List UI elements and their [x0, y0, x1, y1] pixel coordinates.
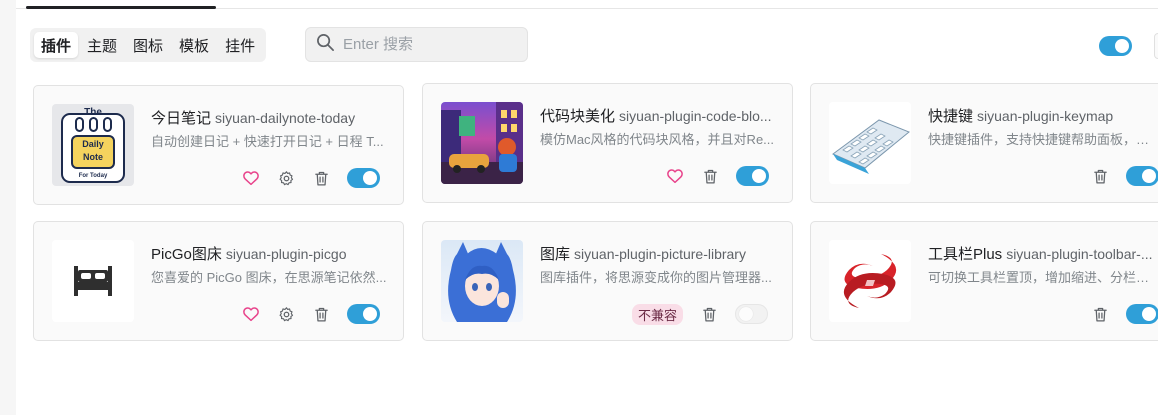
plugin-actions	[1091, 302, 1158, 326]
plugin-card: 图库 siyuan-plugin-picture-library 图库插件，将思源…	[422, 221, 793, 341]
trash-icon[interactable]	[700, 305, 718, 323]
heart-icon[interactable]	[242, 305, 260, 323]
plugin-card: 工具栏Plus siyuan-plugin-toolbar-... 可切换工具栏置…	[810, 221, 1158, 341]
thumbnail-text-daily: Daily	[82, 139, 104, 149]
trash-icon[interactable]	[312, 169, 330, 187]
plugin-thumbnail	[829, 102, 911, 184]
plugin-description: 自动创建日记 + 快速打开日记 + 日程 T...	[151, 134, 384, 149]
plugin-card: The Daily Note For Today 今日笔记 siyuan-dail…	[33, 85, 404, 205]
plugin-enable-toggle[interactable]	[735, 304, 769, 324]
show-enabled-toggle[interactable]	[1099, 36, 1132, 56]
plugin-thumbnail: The Daily Note For Today	[52, 104, 134, 186]
trash-icon[interactable]	[701, 167, 719, 185]
plugin-card: 快捷键 siyuan-plugin-keymap 快捷键插件，支持快捷键帮助面板，…	[810, 83, 1158, 203]
plugin-description: 快捷键插件，支持快捷键帮助面板，支...	[928, 132, 1158, 147]
plugin-actions	[242, 302, 380, 326]
tab-themes[interactable]: 主题	[80, 32, 124, 58]
thumbnail-text-the: The	[84, 107, 102, 118]
plugin-name: 今日笔记	[151, 110, 212, 127]
plugin-card: PicGo图床 siyuan-plugin-picgo 您喜爱的 PicGo 图床…	[33, 221, 404, 341]
tab-widgets[interactable]: 挂件	[218, 32, 262, 58]
thumbnail-text-note: Note	[83, 152, 103, 162]
plugin-description: 可切换工具栏置顶，增加缩进、分栏等...	[928, 270, 1158, 285]
left-panel-edge	[0, 0, 16, 415]
thumbnail-text-for-today: For Today	[78, 173, 108, 179]
search-input[interactable]	[343, 36, 513, 53]
gear-icon[interactable]	[277, 169, 295, 187]
plugin-enable-toggle[interactable]	[347, 304, 380, 324]
plugin-card: 代码块美化 siyuan-plugin-code-blo... 模仿Mac风格的代…	[422, 83, 793, 203]
plugin-package: siyuan-plugin-picture-library	[574, 246, 746, 262]
plugin-actions	[666, 164, 769, 188]
plugin-thumbnail	[829, 240, 911, 322]
trash-icon[interactable]	[1091, 167, 1109, 185]
plugin-name: 图库	[540, 246, 571, 263]
plugin-package: siyuan-plugin-toolbar-...	[1006, 246, 1153, 262]
gear-icon[interactable]	[277, 305, 295, 323]
plugin-actions	[1091, 164, 1158, 188]
plugin-enable-toggle[interactable]	[1126, 166, 1158, 186]
plugin-title: 工具栏Plus siyuan-plugin-toolbar-...	[928, 243, 1158, 264]
plugin-title: PicGo图床 siyuan-plugin-picgo	[151, 243, 395, 264]
tab-icons[interactable]: 图标	[126, 32, 170, 58]
plugin-description: 图库插件，将思源变成你的图片管理器...	[540, 270, 772, 285]
tab-plugins[interactable]: 插件	[34, 32, 79, 58]
search-box	[305, 27, 528, 62]
plugin-thumbnail	[441, 102, 523, 184]
trash-icon[interactable]	[1091, 305, 1109, 323]
plugin-name: 代码块美化	[540, 108, 616, 125]
tab-templates[interactable]: 模板	[172, 32, 216, 58]
plugin-title: 快捷键 siyuan-plugin-keymap	[928, 105, 1158, 126]
plugin-package: siyuan-plugin-code-blo...	[619, 108, 772, 124]
active-section-indicator	[26, 6, 216, 9]
plugin-title: 代码块美化 siyuan-plugin-code-blo...	[540, 105, 784, 126]
plugin-description: 您喜爱的 PicGo 图床，在思源笔记依然...	[151, 270, 387, 285]
plugin-title: 图库 siyuan-plugin-picture-library	[540, 243, 784, 264]
update-button[interactable]	[1154, 33, 1158, 59]
heart-icon[interactable]	[666, 167, 684, 185]
plugin-package: siyuan-dailynote-today	[215, 110, 356, 126]
trash-icon[interactable]	[312, 305, 330, 323]
plugin-package: siyuan-plugin-keymap	[977, 108, 1114, 124]
plugin-enable-toggle[interactable]	[1126, 304, 1158, 324]
plugin-description: 模仿Mac风格的代码块风格，并且对Re...	[540, 132, 775, 147]
plugin-actions: 不兼容	[632, 302, 769, 326]
heart-icon[interactable]	[242, 169, 260, 187]
plugin-actions	[242, 166, 380, 190]
plugin-thumbnail	[52, 240, 134, 322]
plugin-thumbnail	[441, 240, 523, 322]
search-icon	[316, 33, 335, 57]
plugin-name: 快捷键	[928, 108, 974, 125]
incompatible-badge: 不兼容	[632, 303, 684, 325]
plugin-title: 今日笔记 siyuan-dailynote-today	[151, 107, 395, 128]
bed-icon	[74, 266, 112, 296]
plugin-name: PicGo图床	[151, 246, 222, 263]
plugin-enable-toggle[interactable]	[347, 168, 380, 188]
plugin-package: siyuan-plugin-picgo	[225, 246, 347, 262]
category-tabs: 插件 主题 图标 模板 挂件	[30, 28, 267, 62]
plugin-name: 工具栏Plus	[928, 246, 1003, 263]
plugin-enable-toggle[interactable]	[736, 166, 769, 186]
